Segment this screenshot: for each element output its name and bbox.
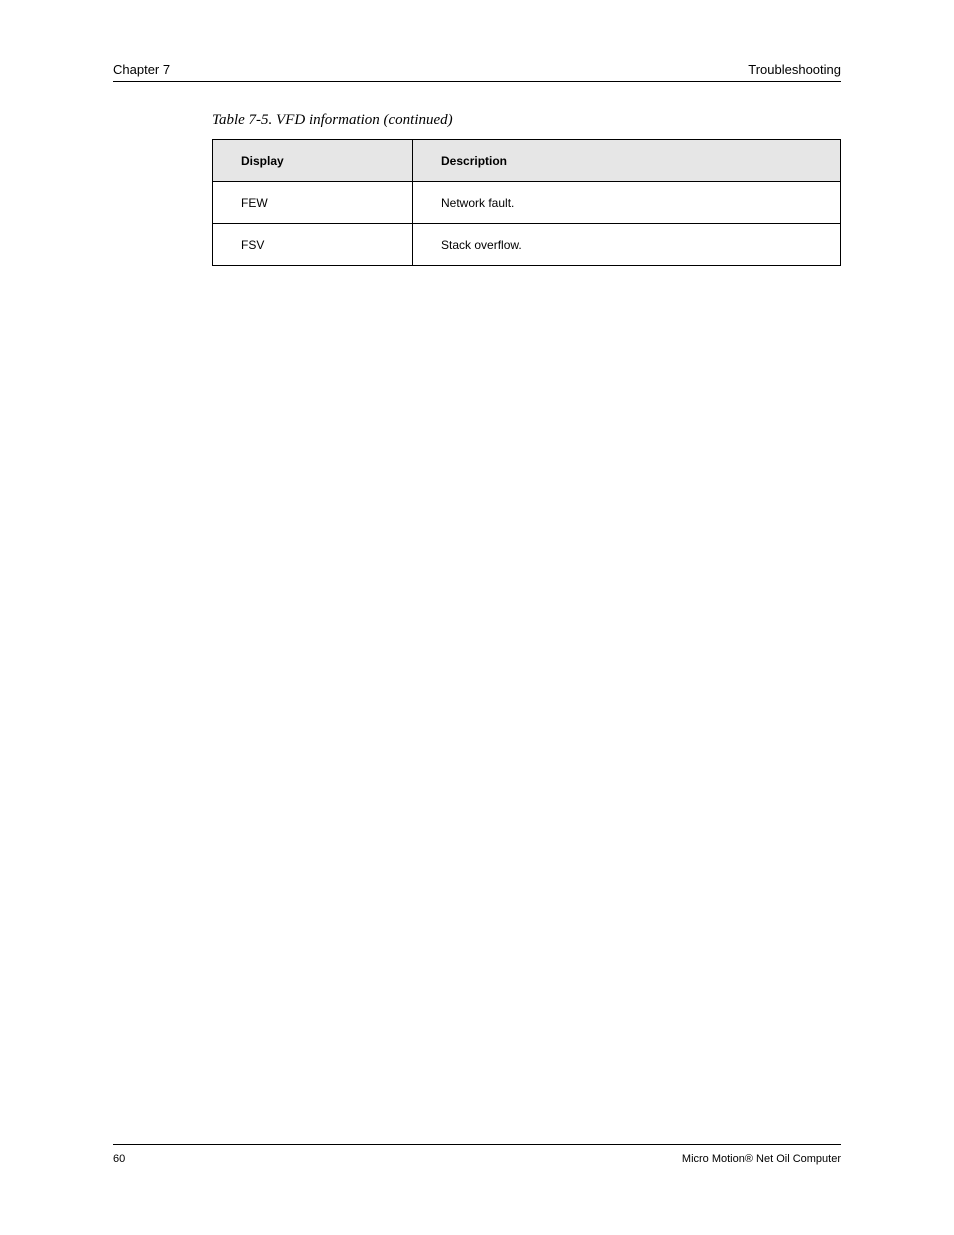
content-area: Table 7-5. VFD information (continued) D… [212, 112, 841, 266]
page-header: Chapter 7 Troubleshooting [113, 62, 841, 82]
table-row: FSV Stack overflow. [213, 224, 841, 266]
table-title: Table 7-5. VFD information (continued) [212, 112, 841, 129]
table-cell-description: Stack overflow. [413, 224, 841, 266]
vfd-info-table: Display Description FEW Network fault. F… [212, 139, 841, 266]
header-section: Troubleshooting [748, 62, 841, 77]
table-row: FEW Network fault. [213, 182, 841, 224]
table-header-description: Description [413, 140, 841, 182]
table-cell-display: FSV [213, 224, 413, 266]
table-header-display: Display [213, 140, 413, 182]
table-header-row: Display Description [213, 140, 841, 182]
footer-product: Micro Motion® Net Oil Computer [682, 1153, 841, 1165]
page-footer: 60 Micro Motion® Net Oil Computer [113, 1144, 841, 1165]
page-number: 60 [113, 1153, 125, 1165]
table-cell-description: Network fault. [413, 182, 841, 224]
header-chapter: Chapter 7 [113, 62, 170, 77]
table-cell-display: FEW [213, 182, 413, 224]
